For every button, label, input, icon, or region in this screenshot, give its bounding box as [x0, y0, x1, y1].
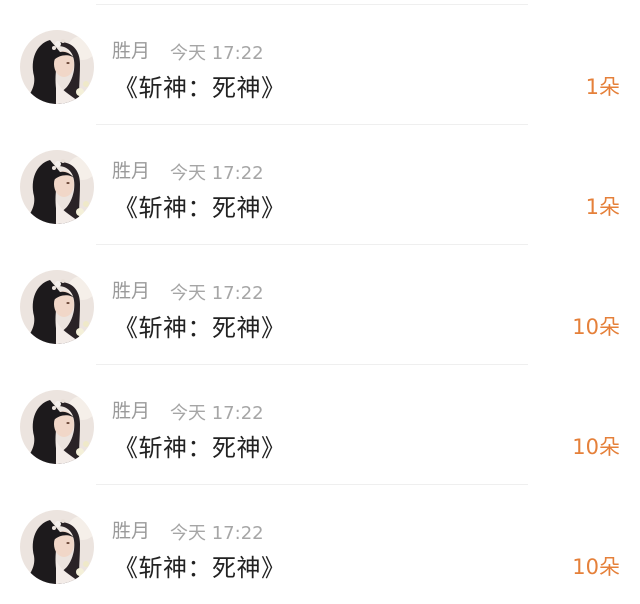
timestamp: 今天 17:22: [170, 163, 264, 184]
book-title[interactable]: 《斩神：死神》: [114, 188, 286, 223]
user-avatar-icon[interactable]: [20, 390, 94, 464]
gift-amount: 10朵: [572, 435, 620, 459]
sender-name: 胜月: [112, 160, 151, 182]
timestamp: 今天 17:22: [170, 403, 264, 424]
user-avatar-icon[interactable]: [20, 510, 94, 584]
user-avatar-icon[interactable]: [20, 150, 94, 224]
list-item[interactable]: 胜月 今天 17:22 《斩神：死神》 10朵: [0, 364, 640, 484]
timestamp: 今天 17:22: [170, 43, 264, 64]
book-title[interactable]: 《斩神：死神》: [114, 308, 286, 343]
gift-amount: 10朵: [572, 555, 620, 579]
user-avatar-icon[interactable]: [20, 270, 94, 344]
sender-name: 胜月: [112, 40, 151, 62]
book-title[interactable]: 《斩神：死神》: [114, 68, 286, 103]
gift-amount: 10朵: [572, 315, 620, 339]
book-title[interactable]: 《斩神：死神》: [114, 548, 286, 583]
gift-amount: 1朵: [585, 195, 620, 219]
gift-record-list: 胜月 今天 17:22 《斩神：死神》 1朵 胜月 今天 17:22 《斩神：死…: [0, 0, 640, 601]
book-title[interactable]: 《斩神：死神》: [114, 428, 286, 463]
list-item[interactable]: 胜月 今天 17:22 《斩神：死神》 1朵: [0, 4, 640, 124]
gift-amount: 1朵: [585, 75, 620, 99]
list-item[interactable]: 胜月 今天 17:22 《斩神：死神》 10朵: [0, 244, 640, 364]
sender-name: 胜月: [112, 520, 151, 542]
timestamp: 今天 17:22: [170, 283, 264, 304]
list-item[interactable]: 胜月 今天 17:22 《斩神：死神》 10朵: [0, 484, 640, 604]
sender-name: 胜月: [112, 280, 151, 302]
sender-name: 胜月: [112, 400, 151, 422]
list-item[interactable]: 胜月 今天 17:22 《斩神：死神》 1朵: [0, 124, 640, 244]
user-avatar-icon[interactable]: [20, 30, 94, 104]
timestamp: 今天 17:22: [170, 523, 264, 544]
